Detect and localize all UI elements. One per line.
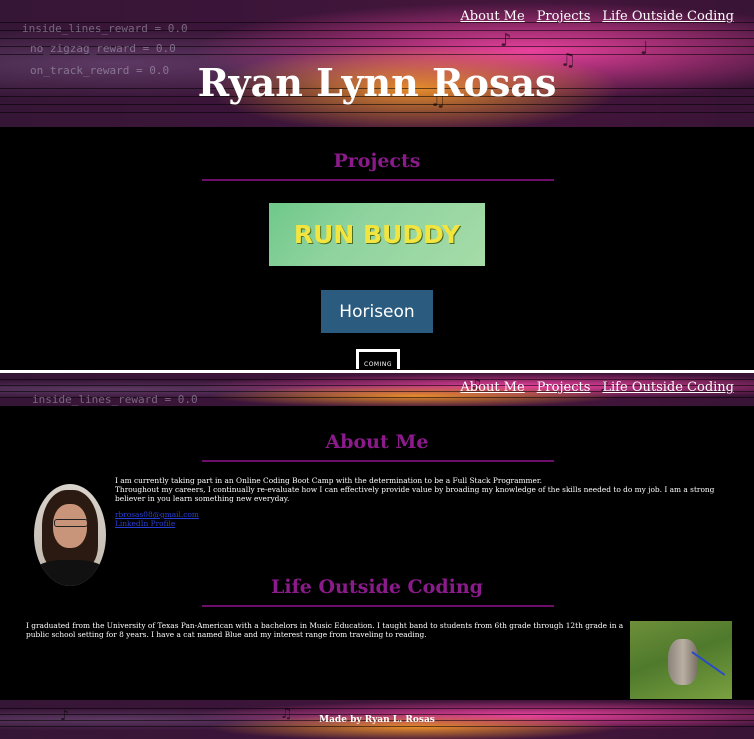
run-buddy-project-image[interactable]: RUN BUDDY	[269, 203, 485, 266]
top-nav: About Me Projects Life Outside Coding	[460, 9, 734, 24]
email-link[interactable]: rbrosas08@gmail.com	[115, 510, 725, 519]
nav-projects[interactable]: Projects	[537, 9, 591, 24]
footer-credit: Made by Ryan L. Rosas	[319, 715, 435, 725]
nav-about-me[interactable]: About Me	[460, 380, 524, 395]
profile-photo	[34, 484, 106, 586]
life-divider	[202, 605, 554, 607]
hero-title: Ryan Lynn Rosas	[197, 60, 557, 105]
projects-heading: Projects	[333, 150, 421, 172]
about-me-heading: About Me	[325, 431, 429, 453]
nav-about-me[interactable]: About Me	[460, 9, 524, 24]
coming-soon-label: COMING	[359, 352, 397, 369]
life-outside-coding-heading: Life Outside Coding	[271, 576, 483, 598]
life-outside-coding-text: I graduated from the University of Texas…	[26, 621, 624, 639]
bottom-nav: About Me Projects Life Outside Coding	[460, 380, 734, 395]
background-code-line: no_zigzag_reward = 0.0	[30, 42, 176, 55]
about-divider	[202, 460, 554, 462]
background-code-line: inside_lines_reward = 0.0	[32, 393, 198, 406]
background-code-line: inside_lines_reward = 0.0	[22, 22, 188, 35]
about-paragraph: I am currently taking part in an Online …	[115, 476, 542, 485]
nav-life-outside-coding[interactable]: Life Outside Coding	[602, 9, 734, 24]
compact-banner: ♫ ♪ inside_lines_reward = 0.0 About Me Pr…	[0, 373, 754, 406]
cat-photo	[630, 621, 732, 699]
about-paragraph: Throughout my careers, I continually re-…	[115, 485, 715, 503]
hero-banner: ♪ ♫ ♩ ♫ inside_lines_reward = 0.0 no_zigzag…	[0, 0, 754, 127]
nav-projects[interactable]: Projects	[537, 380, 591, 395]
coming-soon-project-image[interactable]: COMING	[356, 349, 400, 369]
horiseon-project-image[interactable]: Horiseon	[321, 290, 433, 333]
about-me-text: I am currently taking part in an Online …	[115, 476, 725, 528]
nav-life-outside-coding[interactable]: Life Outside Coding	[602, 380, 734, 395]
projects-divider	[202, 179, 554, 181]
linkedin-link[interactable]: LinkedIn Profile	[115, 519, 725, 528]
